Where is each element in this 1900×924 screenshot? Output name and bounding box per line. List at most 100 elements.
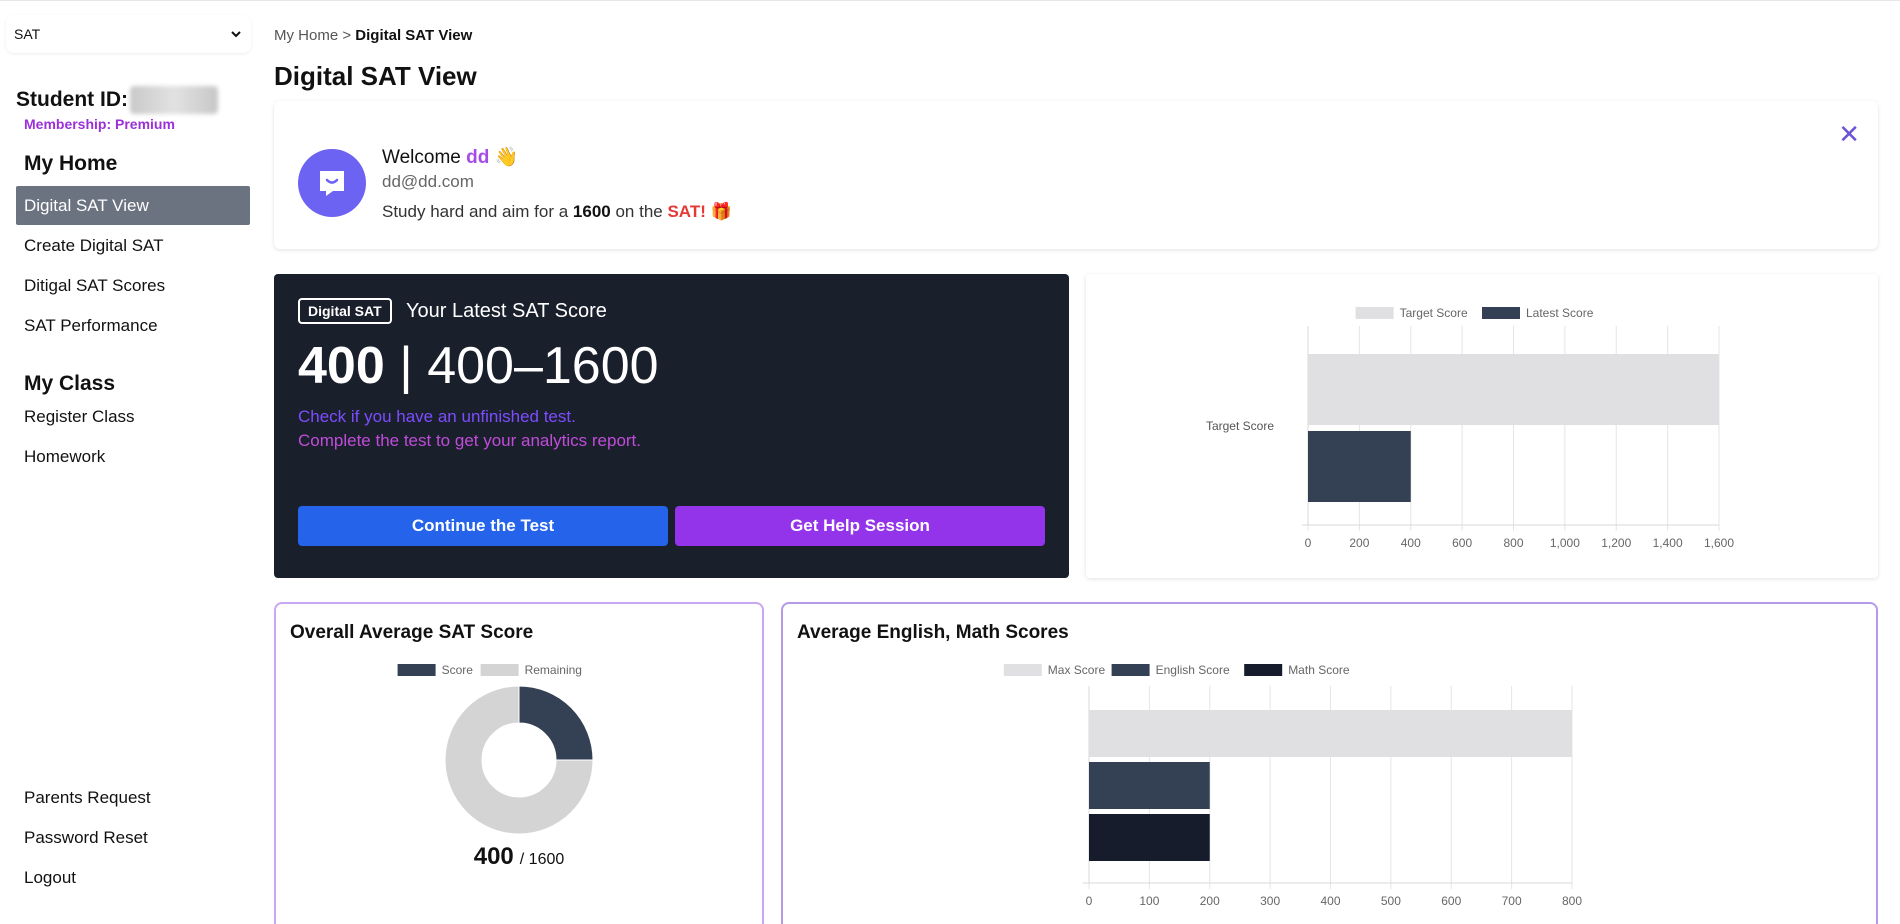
slice-score [518, 685, 594, 761]
x-tick-label: 800 [1562, 894, 1582, 908]
legend-swatch [397, 664, 436, 676]
legend-label: Max Score [1048, 663, 1106, 677]
overall-average-title: Overall Average SAT Score [290, 622, 534, 643]
welcome-card: Welcome dd 👋 dd@dd.com Study hard and ai… [274, 101, 1878, 249]
wave-icon: 👋 [494, 147, 519, 168]
membership-label: Membership: Premium [24, 116, 175, 132]
x-tick-label: 400 [1320, 894, 1340, 908]
student-id: Student ID: [16, 86, 218, 114]
motto: Study hard and aim for a 1600 on the SAT… [382, 202, 732, 222]
avatar [298, 149, 366, 217]
legend-swatch [1355, 307, 1394, 319]
info-unfinished: Check if you have an unfinished test. [298, 407, 576, 426]
digital-sat-badge: Digital SAT [298, 298, 392, 324]
english-math-title: Average English, Math Scores [797, 622, 1069, 643]
student-id-label: Student ID: [16, 88, 128, 111]
legend-label: Math Score [1288, 663, 1350, 677]
donut-center-label: 400 / 1600 [474, 843, 565, 870]
chat-smile-icon [320, 171, 344, 196]
bar-math-score [1089, 814, 1210, 861]
legend-swatch [1244, 664, 1283, 676]
user-email: dd@dd.com [382, 172, 474, 191]
donut-total-value: / 1600 [520, 851, 565, 868]
x-tick-label: 800 [1503, 536, 1523, 550]
breadcrumb-separator: > [342, 27, 352, 44]
donut-score-value: 400 [474, 843, 514, 870]
legend-label: English Score [1156, 663, 1230, 677]
x-tick-label: 600 [1441, 894, 1461, 908]
english-math-card: Average English, Math Scores Max Score En… [781, 602, 1878, 924]
score-range: 400–1600 [427, 337, 659, 395]
sidebar: SAT Student ID: Membership: Premium My H… [0, 1, 260, 924]
bar-latest-score [1308, 431, 1411, 502]
legend-label: Score [442, 663, 474, 677]
x-tick-label: 500 [1381, 894, 1401, 908]
breadcrumb-current: Digital SAT View [355, 27, 473, 44]
welcome-greeting: Welcome dd 👋 [382, 145, 518, 169]
target-latest-chart-card: Target Score Latest Score Target Score 0 200… [1086, 274, 1878, 578]
x-tick-label: 700 [1502, 894, 1522, 908]
legend-swatch [480, 664, 519, 676]
breadcrumb-home[interactable]: My Home [274, 27, 338, 44]
my-class-title: My Class [24, 372, 116, 395]
gift-icon: 🎁 [710, 202, 732, 221]
get-help-session-button[interactable]: Get Help Session [675, 506, 1045, 546]
latest-score-value: 400 | 400–1600 [298, 334, 659, 398]
user-name: dd [466, 147, 490, 168]
page-title: Digital SAT View [274, 61, 477, 91]
breadcrumb: My Home > Digital SAT View [274, 27, 472, 44]
my-home-title: My Home [24, 152, 118, 175]
bar-english-score [1089, 762, 1210, 809]
overall-average-card: Overall Average SAT Score Score Remaining… [274, 602, 764, 924]
motto-pre: Study hard and aim for a [382, 202, 569, 221]
y-category-label: Target Score [1206, 419, 1274, 433]
x-tick-label: 300 [1260, 894, 1280, 908]
nav-parents-request[interactable]: Parents Request [16, 778, 250, 817]
continue-test-button[interactable]: Continue the Test [298, 506, 668, 546]
x-tick-label: 200 [1349, 536, 1369, 550]
x-tick-label: 400 [1401, 536, 1421, 550]
student-id-value-redacted [129, 86, 218, 114]
exam-select[interactable]: SAT [6, 15, 251, 53]
legend-swatch [1111, 664, 1150, 676]
x-tick-label: 0 [1305, 536, 1312, 550]
x-tick-label: 200 [1200, 894, 1220, 908]
motto-mid: on the [615, 202, 663, 221]
x-tick-label: 1,000 [1550, 536, 1580, 550]
info-complete: Complete the test to get your analytics … [298, 431, 642, 450]
bar-max-score [1089, 710, 1572, 757]
legend-label: Remaining [525, 663, 582, 677]
x-tick-label: 100 [1139, 894, 1159, 908]
x-tick-label: 1,600 [1704, 536, 1734, 550]
nav-logout[interactable]: Logout [16, 858, 250, 897]
nav-homework[interactable]: Homework [16, 437, 250, 476]
legend-swatch [1482, 307, 1520, 319]
english-math-chart: Max Score English Score Math Score 0 100 200 3… [1003, 663, 1582, 908]
latest-score-card: Digital SAT Your Latest SAT Score 400 | … [274, 274, 1069, 578]
nav-sat-performance[interactable]: SAT Performance [16, 306, 250, 345]
x-tick-label: 1,400 [1653, 536, 1683, 550]
nav-create-digital-sat[interactable]: Create Digital SAT [16, 226, 250, 265]
legend-swatch [1003, 664, 1042, 676]
nav-digital-sat-scores[interactable]: Ditigal SAT Scores [16, 266, 250, 305]
close-icon[interactable]: ✕ [1838, 119, 1860, 150]
welcome-label: Welcome [382, 147, 461, 168]
score-separator: | [399, 337, 413, 395]
overall-average-donut: Score Remaining 400 / 1600 [397, 663, 594, 870]
score-number: 400 [298, 337, 385, 395]
chevron-down-icon [231, 27, 241, 41]
target-latest-chart: Target Score Latest Score Target Score 0 200… [1206, 306, 1734, 550]
nav-password-reset[interactable]: Password Reset [16, 818, 250, 857]
x-tick-label: 1,200 [1601, 536, 1631, 550]
latest-score-label: Your Latest SAT Score [406, 300, 607, 322]
x-tick-label: 600 [1452, 536, 1472, 550]
legend-label: Latest Score [1526, 306, 1594, 320]
exam-select-value: SAT [14, 26, 41, 42]
motto-exam: SAT! [667, 202, 706, 221]
nav-register-class[interactable]: Register Class [16, 397, 250, 436]
x-tick-label: 0 [1086, 894, 1093, 908]
motto-target: 1600 [572, 202, 611, 221]
bar-target-score [1308, 354, 1719, 425]
nav-digital-sat-view[interactable]: Digital SAT View [16, 186, 250, 225]
legend-label: Target Score [1400, 306, 1468, 320]
